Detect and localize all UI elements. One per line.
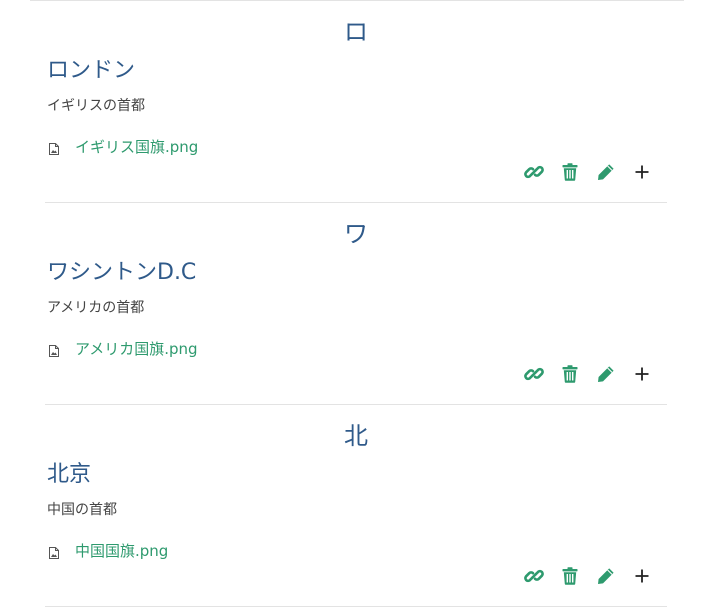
link-icon[interactable]: [523, 161, 545, 183]
action-bar: [509, 565, 653, 587]
attachment-link[interactable]: イギリス国旗.png: [75, 136, 198, 157]
list-item: 北 北京 中国の首都 中国国旗.png: [45, 405, 667, 607]
entry-description: アメリカの首都: [47, 300, 145, 316]
attachment-link[interactable]: 中国国旗.png: [75, 540, 168, 561]
attachment-link[interactable]: アメリカ国旗.png: [75, 338, 198, 359]
attachment-row: 中国国旗.png: [47, 539, 168, 561]
trash-icon[interactable]: [559, 161, 581, 183]
attachment-row: イギリス国旗.png: [47, 135, 198, 157]
link-icon[interactable]: [523, 565, 545, 587]
index-letter: 北: [344, 422, 368, 450]
pencil-icon[interactable]: [595, 565, 617, 587]
list-item: ワ ワシントンD.C アメリカの首都 アメリカ国旗.png: [45, 203, 667, 405]
file-image-icon: [49, 342, 59, 357]
entry-title: 北京: [47, 462, 92, 487]
entry-description: イギリスの首都: [47, 98, 145, 114]
index-letter: ワ: [344, 220, 368, 248]
index-letter: ロ: [344, 18, 368, 46]
entry-title: ロンドン: [47, 58, 136, 83]
pencil-icon[interactable]: [595, 363, 617, 385]
entry-title: ワシントンD.C: [47, 260, 197, 285]
pencil-icon[interactable]: [595, 161, 617, 183]
entry-list: ロ ロンドン イギリスの首都 イギリス国旗.png ワ ワシントンD.C アメリ…: [45, 1, 667, 607]
trash-icon[interactable]: [559, 565, 581, 587]
entry-description: 中国の首都: [47, 502, 117, 518]
plus-icon[interactable]: [631, 161, 653, 183]
plus-icon[interactable]: [631, 565, 653, 587]
file-image-icon: [49, 140, 59, 155]
list-item: ロ ロンドン イギリスの首都 イギリス国旗.png: [45, 1, 667, 203]
attachment-row: アメリカ国旗.png: [47, 337, 198, 359]
plus-icon[interactable]: [631, 363, 653, 385]
action-bar: [509, 161, 653, 183]
file-image-icon: [49, 544, 59, 559]
trash-icon[interactable]: [559, 363, 581, 385]
link-icon[interactable]: [523, 363, 545, 385]
action-bar: [509, 363, 653, 385]
